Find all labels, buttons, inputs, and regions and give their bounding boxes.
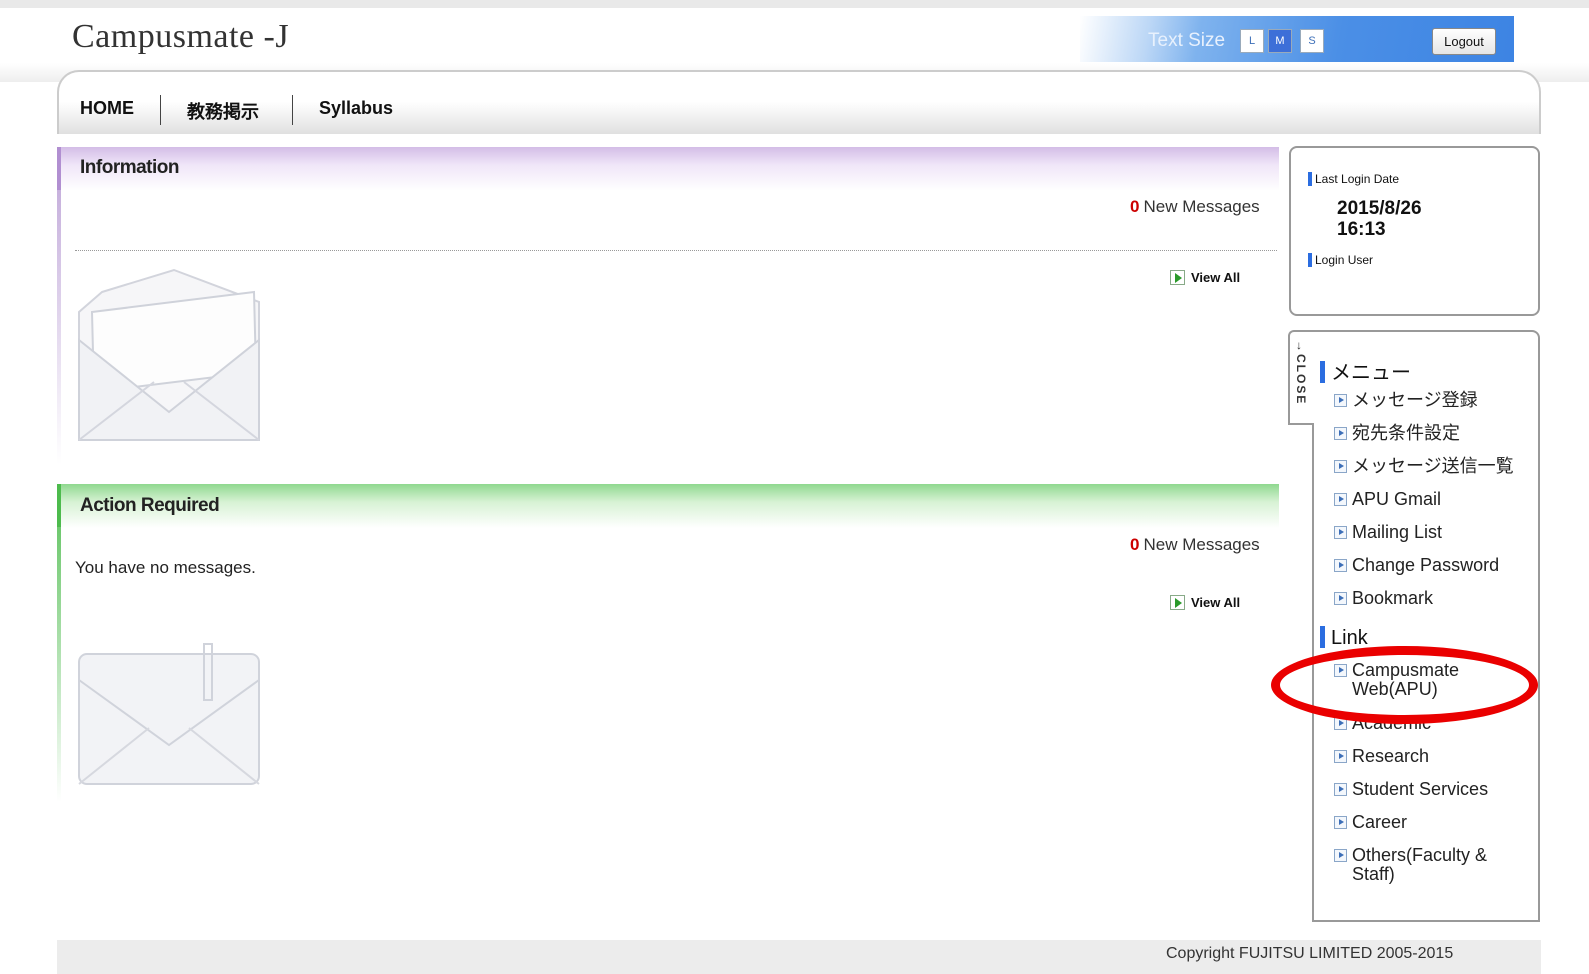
nav-divider [292, 95, 293, 125]
action-required-border [57, 527, 61, 802]
text-size-medium-button[interactable]: M [1268, 29, 1292, 53]
menu-item-recipient-settings[interactable]: 宛先条件設定 [1334, 424, 1534, 443]
action-required-view-all-link[interactable]: View All [1170, 595, 1240, 610]
menu-item-change-password[interactable]: Change Password [1334, 556, 1534, 575]
view-all-label: View All [1191, 270, 1241, 285]
close-tab-label[interactable]: →CLOSE [1294, 340, 1308, 405]
arrow-box-icon [1334, 849, 1347, 862]
login-user-label: Login User [1308, 253, 1373, 267]
last-login-label: Last Login Date [1308, 172, 1399, 186]
text-size-small-button[interactable]: S [1300, 29, 1324, 53]
menu-item-mailing-list[interactable]: Mailing List [1334, 523, 1534, 542]
divider [75, 250, 1277, 251]
link-others[interactable]: Others(Faculty & Staff) [1334, 846, 1534, 884]
copyright-text: Copyright FUJITSU LIMITED 2005-2015 [1166, 945, 1454, 962]
information-view-all-link[interactable]: View All [1170, 270, 1240, 285]
arrow-box-icon [1334, 493, 1347, 506]
last-login-time: 16:13 [1337, 219, 1386, 240]
action-required-title: Action Required [80, 495, 220, 516]
nav-syllabus[interactable]: Syllabus [319, 98, 393, 119]
no-messages-text: You have no messages. [75, 558, 256, 577]
action-required-new-label: New Messages [1143, 535, 1260, 554]
link-section-title: Link [1320, 626, 1368, 650]
envelope-clip-icon [78, 643, 260, 785]
play-icon [1170, 595, 1185, 610]
logout-button[interactable]: Logout [1432, 28, 1496, 55]
nav-divider [160, 95, 161, 125]
text-size-label: Text Size [1148, 30, 1226, 51]
information-title: Information [80, 157, 180, 178]
text-size-large-button[interactable]: L [1240, 29, 1264, 53]
arrow-box-icon [1334, 783, 1347, 796]
nav-academic-notices[interactable]: 教務掲示 [187, 98, 259, 124]
action-required-new-messages: 0 New Messages [1130, 535, 1260, 555]
arrow-box-icon [1334, 427, 1347, 440]
menu-item-bookmark[interactable]: Bookmark [1334, 589, 1534, 608]
link-student-services[interactable]: Student Services [1334, 780, 1534, 799]
arrow-box-icon [1334, 526, 1347, 539]
app-logo: Campusmate -J [72, 18, 290, 55]
play-icon [1170, 270, 1185, 285]
information-new-count: 0 [1130, 197, 1140, 216]
view-all-label: View All [1191, 595, 1241, 610]
information-header [57, 147, 1279, 191]
last-login-date: 2015/8/26 [1337, 198, 1422, 219]
arrow-right-icon: → [1294, 340, 1308, 354]
information-new-messages: 0 New Messages [1130, 197, 1260, 217]
arrow-box-icon [1334, 592, 1347, 605]
arrow-box-icon [1334, 460, 1347, 473]
menu-item-sent-messages[interactable]: メッセージ送信一覧 [1334, 457, 1534, 476]
close-label: CLOSE [1294, 354, 1308, 406]
action-required-header [57, 484, 1279, 528]
arrow-box-icon [1334, 750, 1347, 763]
nav-home[interactable]: HOME [80, 98, 134, 119]
arrow-box-icon [1334, 816, 1347, 829]
menu-item-message-register[interactable]: メッセージ登録 [1334, 391, 1534, 410]
envelope-icon [78, 268, 260, 441]
main-nav-bar [57, 70, 1541, 134]
action-required-new-count: 0 [1130, 535, 1140, 554]
last-login-value: 2015/8/26 16:13 [1337, 198, 1422, 240]
menu-section-title: メニュー [1320, 356, 1411, 385]
highlight-circle [1271, 646, 1538, 724]
menu-item-apu-gmail[interactable]: APU Gmail [1334, 490, 1534, 509]
information-border [57, 190, 61, 465]
arrow-box-icon [1334, 559, 1347, 572]
arrow-box-icon [1334, 394, 1347, 407]
link-career[interactable]: Career [1334, 813, 1534, 832]
link-research[interactable]: Research [1334, 747, 1534, 766]
information-new-label: New Messages [1143, 197, 1260, 216]
